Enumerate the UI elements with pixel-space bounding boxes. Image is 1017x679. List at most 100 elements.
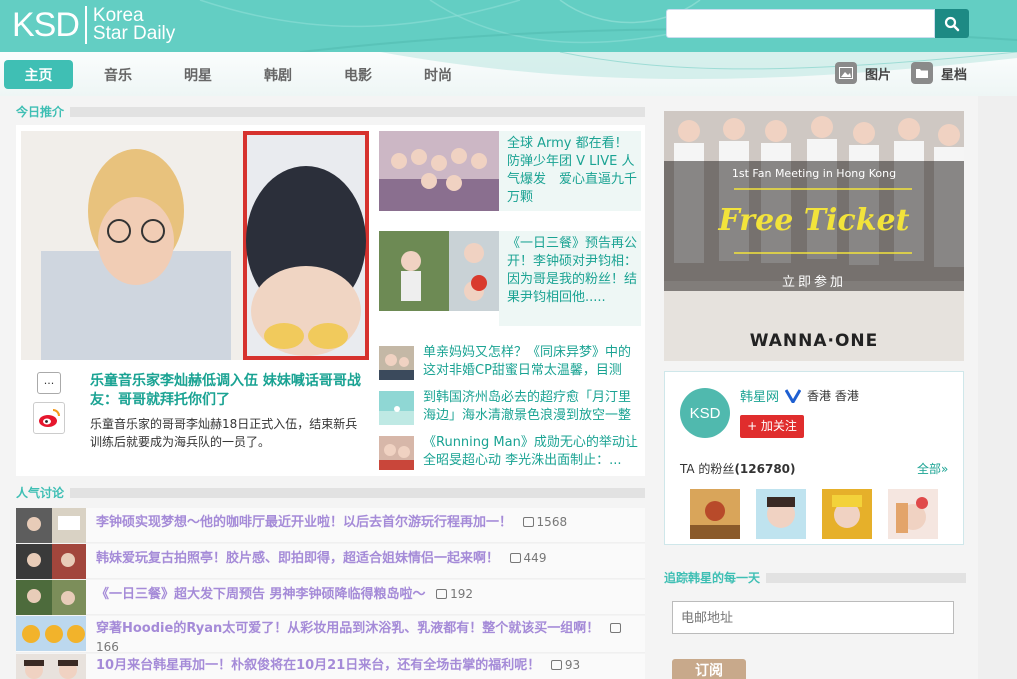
comment-count-value: 1568	[536, 515, 568, 529]
small-article[interactable]: 《Running Man》成勋无心的举动让全昭旻超心动 李光洙出面制止：...	[379, 435, 641, 472]
verified-icon	[785, 388, 802, 403]
side-article-title: 《一日三餐》预告再公开！李钟硕对尹钧相：因为哥是我的粉丝！结果尹钧相回他....…	[507, 236, 638, 305]
comment-count: 1568	[522, 515, 568, 529]
subscribe-button[interactable]: 订阅	[672, 659, 746, 679]
fan-avatar[interactable]	[756, 489, 806, 539]
side-article[interactable]: 全球 Army 都在看！防弹少年团 V LIVE 人气爆发 爱心直逼九千万颗	[379, 131, 641, 211]
nav-tab-movie[interactable]: 电影	[326, 60, 390, 89]
nav-tab-stars[interactable]: 明星	[166, 60, 230, 89]
discussion-title: 韩妹爱玩复古拍照亭！胶片感、即拍即得，超适合姐妹情侣一起来啊！ 449	[96, 549, 641, 568]
discussion-title-text: 《一日三餐》超大发下周预告 男神李钟硕降临得粮岛啦～	[96, 587, 426, 602]
small-article-thumbnail	[379, 436, 414, 470]
nav-tab-home[interactable]: 主页	[4, 60, 73, 89]
featured-description: 乐童音乐家的哥哥李灿赫18日正式入伍，结束新兵训练后就要成为海兵队的一员了。	[90, 417, 358, 449]
discussion-row[interactable]: 10月来台韩星再加一！朴叙俊将在10月21日来台，还有全场击掌的福利呢！ 93	[16, 654, 645, 679]
nav-archive-label: 星档	[941, 67, 968, 83]
nav-tab-music[interactable]: 音乐	[86, 60, 150, 89]
all-fans-link[interactable]: 全部»	[917, 460, 948, 477]
banner-headline: Free Ticket	[718, 203, 910, 238]
main-nav: 主页 音乐 明星 韩剧 电影 时尚 图片 星档	[0, 52, 1017, 96]
profile-location: 香港 香港	[807, 389, 859, 403]
small-article-title: 单亲妈妈又怎样？《同床异梦》中的这对非婚CP甜蜜日常太温馨，目测	[423, 345, 632, 378]
fans-count: (126780)	[734, 462, 796, 476]
logo-divider	[84, 6, 87, 44]
subscribe-section-title: 追踪韩星的每一天	[664, 569, 967, 586]
small-article-title: 《Running Man》成勋无心的举动让全昭旻超心动 李光洙出面制止：...	[423, 435, 638, 468]
fan-avatar[interactable]	[690, 489, 740, 539]
discussion-row[interactable]: 《一日三餐》超大发下周预告 男神李钟硕降临得粮岛啦～ 192	[16, 580, 645, 615]
discussion-title-text: 10月来台韩星再加一！朴叙俊将在10月21日来台，还有全场击掌的福利呢！	[96, 658, 541, 673]
nav-tab-drama[interactable]: 韩剧	[246, 60, 310, 89]
comment-count: 192	[436, 587, 473, 601]
comment-icon	[436, 589, 448, 599]
search-input[interactable]	[666, 9, 935, 38]
section-divider	[766, 572, 967, 583]
nav-tab-fashion[interactable]: 时尚	[406, 60, 470, 89]
featured-headline[interactable]: 乐童音乐家李灿赫低调入伍 妹妹喊话哥哥战友：哥哥就拜托你们了	[90, 372, 368, 410]
comment-count-value: 449	[523, 551, 547, 565]
site-logo[interactable]: KSD Korea Star Daily	[12, 4, 175, 46]
nav-photos-label: 图片	[865, 67, 892, 83]
subscribe-section-label: 追踪韩星的每一天	[664, 571, 761, 585]
today-section-label: 今日推介	[16, 105, 65, 119]
comment-count-value: 192	[450, 587, 473, 601]
discussion-title-text: 韩妹爱玩复古拍照亭！胶片感、即拍即得，超适合姐妹情侣一起来啊！	[96, 551, 500, 566]
logo-line-2: Star Daily	[92, 23, 176, 44]
discussion-thumbnail	[16, 508, 86, 543]
fans-label-text: TA 的粉丝	[680, 462, 735, 476]
fan-avatar[interactable]	[822, 489, 872, 539]
section-divider	[70, 106, 646, 117]
email-field[interactable]	[672, 601, 954, 634]
discussion-title: 李钟硕实现梦想～他的咖啡厅最近开业啦！以后去首尔游玩行程再加一！ 1568	[96, 513, 641, 532]
side-article-thumbnail	[379, 131, 499, 211]
small-article[interactable]: 单亲妈妈又怎样？《同床异梦》中的这对非婚CP甜蜜日常太温馨，目测	[379, 345, 641, 382]
small-article-thumbnail	[379, 391, 414, 425]
site-header: KSD Korea Star Daily	[0, 0, 1017, 52]
weibo-share-button[interactable]	[33, 402, 65, 434]
discussion-title-text: 穿著Hoodie的Ryan太可爱了！从彩妆用品到沐浴乳、乳液都有！整个就该买一组…	[96, 621, 600, 636]
discussion-title: 10月来台韩星再加一！朴叙俊将在10月21日来台，还有全场击掌的福利呢！ 93	[96, 656, 641, 675]
featured-image[interactable]	[21, 131, 369, 360]
comment-count: 449	[509, 551, 547, 565]
discussion-thumbnail	[16, 654, 86, 679]
discussion-row[interactable]: 李钟硕实现梦想～他的咖啡厅最近开业啦！以后去首尔游玩行程再加一！ 1568	[16, 508, 645, 543]
logo-wordmark: Korea Star Daily	[92, 6, 176, 44]
search-icon	[944, 16, 960, 31]
fans-avatars	[690, 489, 938, 539]
popular-section-title: 人气讨论	[16, 484, 646, 501]
banner-cta: 立即参加	[781, 275, 846, 290]
today-section-title: 今日推介	[16, 103, 646, 120]
fans-label: TA 的粉丝(126780)	[680, 460, 796, 477]
folder-icon	[911, 62, 933, 84]
comment-icon	[609, 623, 621, 633]
side-article-thumbnail	[379, 231, 499, 311]
small-article-title: 到韩国济州岛必去的超疗愈「月汀里海边」海水清澈景色浪漫到放空一整	[423, 390, 632, 423]
small-article[interactable]: 到韩国济州岛必去的超疗愈「月汀里海边」海水清澈景色浪漫到放空一整	[379, 390, 641, 427]
popular-section-label: 人气讨论	[16, 486, 65, 500]
discussion-row[interactable]: 韩妹爱玩复古拍照亭！胶片感、即拍即得，超适合姐妹情侣一起来啊！ 449	[16, 544, 645, 579]
banner-brand-logo: WANNA·ONE	[749, 331, 879, 351]
discussion-thumbnail	[16, 580, 86, 615]
photo-icon	[835, 62, 857, 84]
nav-archive-link[interactable]: 星档	[911, 62, 967, 84]
discussion-row[interactable]: 穿著Hoodie的Ryan太可爱了！从彩妆用品到沐浴乳、乳液都有！整个就该买一组…	[16, 616, 645, 654]
discussion-thumbnail	[16, 616, 86, 651]
follow-button[interactable]: + 加关注	[740, 415, 804, 438]
profile-avatar[interactable]: KSD	[680, 388, 730, 438]
fan-avatar[interactable]	[888, 489, 938, 539]
profile-name[interactable]: 韩星网	[740, 386, 779, 405]
weibo-profile-card: KSD 韩星网 香港 香港 + 加关注 TA 的粉丝(126780) 全部»	[664, 371, 964, 545]
side-article[interactable]: 《一日三餐》预告再公开！李钟硕对尹钧相：因为哥是我的粉丝！结果尹钧相回他....…	[379, 231, 641, 326]
more-share-button[interactable]: ...	[37, 372, 61, 394]
nav-photos-link[interactable]: 图片	[835, 62, 891, 84]
profile-header: 韩星网 香港 香港	[740, 386, 859, 405]
logo-mark: KSD	[12, 6, 80, 44]
fanmeeting-banner[interactable]: 1st Fan Meeting in Hong Kong Free Ticket…	[664, 111, 964, 361]
section-divider	[70, 487, 646, 498]
search-button[interactable]	[935, 9, 969, 38]
comment-count-value: 93	[564, 658, 581, 672]
discussion-title-text: 李钟硕实现梦想～他的咖啡厅最近开业啦！以后去首尔游玩行程再加一！	[96, 515, 513, 530]
comment-count: 93	[550, 658, 581, 672]
weibo-icon	[39, 409, 60, 427]
small-article-thumbnail	[379, 346, 414, 380]
